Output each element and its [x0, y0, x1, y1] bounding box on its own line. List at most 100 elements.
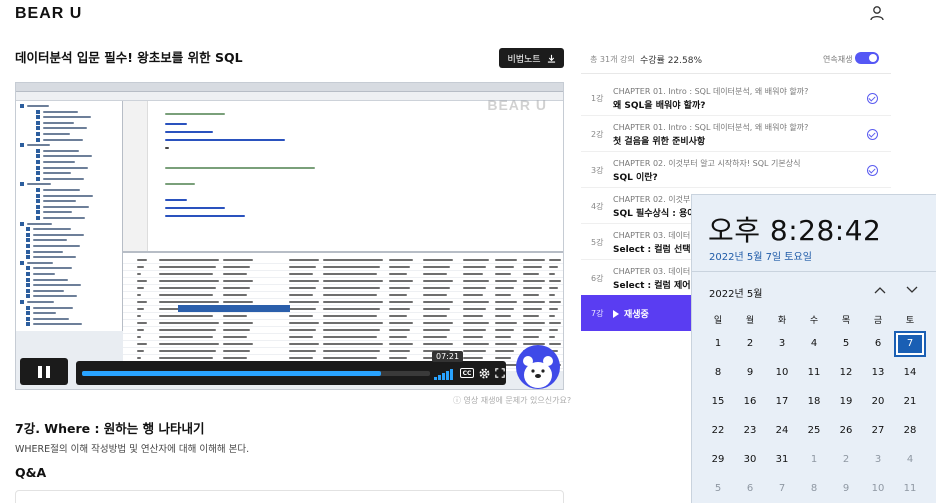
- result-cell: [159, 266, 216, 268]
- result-cell: [137, 301, 147, 303]
- pause-icon: [38, 365, 42, 378]
- result-cell: [159, 322, 219, 324]
- result-cell: [423, 294, 447, 296]
- tree-node-label: [43, 161, 75, 163]
- calendar-day[interactable]: 25: [798, 418, 830, 444]
- result-cell: [549, 329, 558, 331]
- calendar-day[interactable]: 11: [798, 360, 830, 386]
- result-cell: [323, 301, 383, 303]
- lesson-item[interactable]: 1강 CHAPTER 01. Intro : SQL 데이터분석, 왜 배워야 할…: [581, 80, 891, 116]
- weekday-label: 토: [905, 316, 915, 326]
- result-cell: [463, 259, 489, 261]
- progress-track[interactable]: [82, 371, 430, 376]
- calendar-day[interactable]: 8: [702, 360, 734, 386]
- calendar-day[interactable]: 18: [798, 389, 830, 415]
- calendar-day[interactable]: 4: [894, 447, 926, 473]
- video-player[interactable]: BEAR U 07:21 CC: [15, 82, 564, 390]
- result-cell: [523, 322, 545, 324]
- result-cell: [495, 308, 514, 310]
- tree-node-label: [33, 267, 72, 270]
- calendar-day[interactable]: 31: [766, 447, 798, 473]
- calendar-day[interactable]: 11: [894, 476, 926, 502]
- settings-gear-icon[interactable]: [478, 367, 490, 379]
- lesson-number: 7강: [591, 309, 604, 318]
- result-cell: [495, 259, 517, 261]
- calendar-day[interactable]: 10: [862, 476, 894, 502]
- calendar-day[interactable]: 1: [798, 447, 830, 473]
- result-cell: [463, 266, 486, 268]
- calendar-day[interactable]: 19: [830, 389, 862, 415]
- calendar-day[interactable]: 6: [734, 476, 766, 502]
- qa-input-box[interactable]: [15, 490, 564, 503]
- calendar-day[interactable]: 13: [862, 360, 894, 386]
- calendar-day[interactable]: 23: [734, 418, 766, 444]
- video-app-toolbar: [16, 92, 563, 101]
- calendar-day[interactable]: 3: [766, 331, 798, 357]
- clock-date[interactable]: 2022년 5월 7일 토요일: [709, 248, 812, 263]
- result-cell: [549, 266, 558, 268]
- pause-button[interactable]: [20, 358, 68, 385]
- user-icon[interactable]: [869, 5, 885, 21]
- calendar-day[interactable]: 14: [894, 360, 926, 386]
- calendar-day[interactable]: 21: [894, 389, 926, 415]
- calendar-day[interactable]: 22: [702, 418, 734, 444]
- result-cell: [323, 336, 377, 338]
- calendar-day[interactable]: 9: [830, 476, 862, 502]
- result-cell: [549, 287, 558, 289]
- calendar-day[interactable]: 15: [702, 389, 734, 415]
- tree-node-label: [43, 211, 72, 214]
- calendar-day[interactable]: 2: [734, 331, 766, 357]
- result-cell: [523, 329, 542, 331]
- calendar-day[interactable]: 16: [734, 389, 766, 415]
- calendar-day[interactable]: 30: [734, 447, 766, 473]
- calendar-day[interactable]: 28: [894, 418, 926, 444]
- tree-node-icon: [36, 154, 40, 159]
- calendar-day[interactable]: 29: [702, 447, 734, 473]
- calendar-day[interactable]: 6: [862, 331, 894, 357]
- volume-icon[interactable]: [434, 368, 454, 380]
- calendar-day[interactable]: 9: [734, 360, 766, 386]
- clock-calendar-flyout: 오후 8:28:42 2022년 5월 7일 토요일 2022년 5월 일 월 화 수…: [691, 194, 936, 503]
- calendar-day[interactable]: 5: [830, 331, 862, 357]
- chevron-down-icon[interactable]: [906, 285, 918, 295]
- calendar-day[interactable]: 17: [766, 389, 798, 415]
- calendar-day[interactable]: 12: [830, 360, 862, 386]
- calendar-day[interactable]: 10: [766, 360, 798, 386]
- calendar-day-today[interactable]: 7: [894, 331, 926, 357]
- calendar-day[interactable]: 27: [862, 418, 894, 444]
- calendar-day[interactable]: 4: [798, 331, 830, 357]
- lesson-item[interactable]: 3강 CHAPTER 02. 이것부터 알고 시작하자! SQL 기본상식 SQL …: [581, 152, 891, 188]
- calendar-day[interactable]: 20: [862, 389, 894, 415]
- progress-bar[interactable]: 07:21 CC: [76, 351, 506, 385]
- result-cell: [523, 280, 545, 282]
- result-cell: [423, 322, 453, 324]
- autoplay-toggle[interactable]: [855, 52, 879, 64]
- calendar-day[interactable]: 26: [830, 418, 862, 444]
- result-cell: [389, 280, 413, 282]
- curriculum-header: 총 31개 강의 수강률 22.58% 연속재생: [581, 44, 891, 74]
- chevron-up-icon[interactable]: [874, 285, 886, 295]
- calendar-day[interactable]: 1: [702, 331, 734, 357]
- captions-button[interactable]: CC: [460, 368, 474, 378]
- result-cell: [223, 350, 250, 352]
- fullscreen-icon[interactable]: [494, 367, 506, 379]
- lesson-title-text: 첫 걸음을 위한 준비사항: [613, 137, 706, 147]
- video-issue-link[interactable]: ⓘ 영상 재생에 문제가 있으신가요?: [453, 395, 571, 406]
- calendar-day[interactable]: 8: [798, 476, 830, 502]
- result-cell: [423, 259, 453, 261]
- calendar-day[interactable]: 2: [830, 447, 862, 473]
- tree-node-icon: [26, 227, 30, 232]
- lesson-title-text: SQL 이란?: [613, 173, 658, 183]
- calendar-day[interactable]: 7: [766, 476, 798, 502]
- calendar-day[interactable]: 24: [766, 418, 798, 444]
- logo[interactable]: BEAR U: [15, 5, 82, 23]
- calendar-month[interactable]: 2022년 5월: [709, 285, 762, 300]
- lesson-item[interactable]: 2강 CHAPTER 01. Intro : SQL 데이터분석, 왜 배워야 할…: [581, 116, 891, 152]
- tree-node-label: [43, 133, 70, 135]
- check-circle-icon: [867, 165, 878, 176]
- result-row: [123, 278, 563, 285]
- divider: [692, 271, 936, 272]
- calendar-day[interactable]: 5: [702, 476, 734, 502]
- note-download-button[interactable]: 비법노트: [499, 48, 564, 68]
- calendar-day[interactable]: 3: [862, 447, 894, 473]
